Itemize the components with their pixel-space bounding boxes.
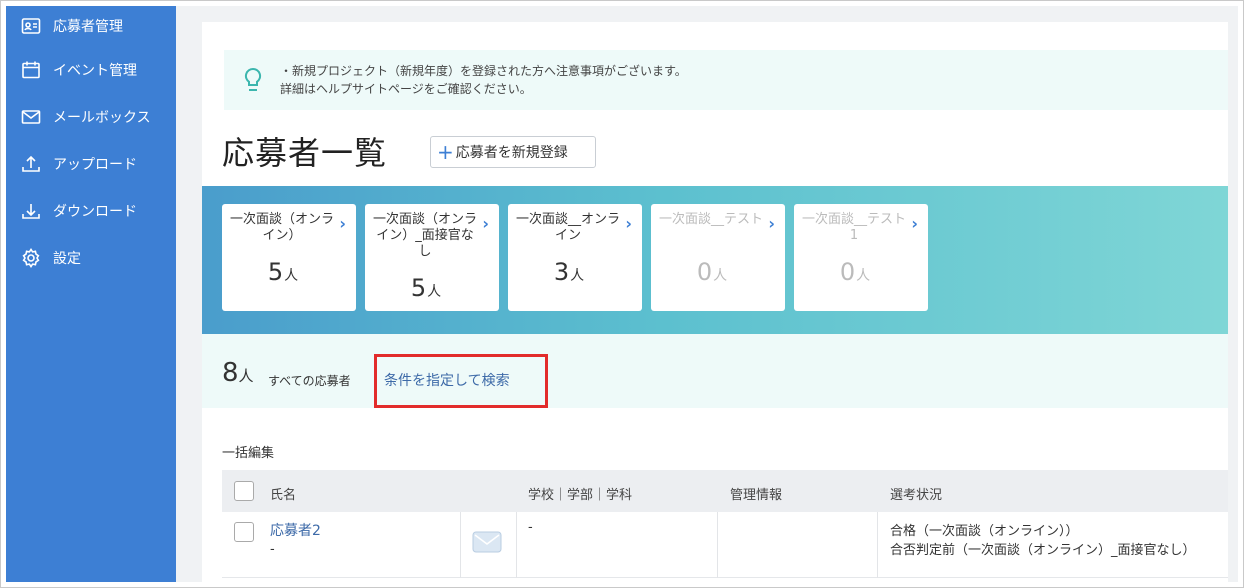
sidebar-item-label: ダウンロード: [53, 203, 137, 220]
sidebar-item-mailbox[interactable]: メールボックス: [6, 93, 176, 140]
stage-card[interactable]: 一次面談（オンライン） › 5人: [222, 204, 356, 311]
calendar-icon: [20, 59, 42, 81]
gear-icon: [20, 247, 42, 269]
col-header-admin: 管理情報: [730, 488, 783, 503]
applicant-name-link[interactable]: 応募者2: [270, 520, 321, 540]
col-header-school: 学校｜学部｜学科: [528, 488, 633, 503]
sidebar-item-download[interactable]: ダウンロード: [6, 187, 176, 234]
stage-card[interactable]: 一次面談__テスト › 0人: [651, 204, 785, 311]
page-title: 応募者一覧: [222, 134, 388, 172]
id-card-icon: [20, 15, 42, 37]
stage-count: 0人: [696, 258, 728, 286]
stage-count: 5人: [410, 274, 442, 302]
download-icon: [20, 200, 42, 222]
table-row: 応募者2 - - 合格（一次面談（オンライン）） 合否判定前（一次面談（オンライ…: [222, 512, 1228, 578]
row-checkbox[interactable]: [234, 522, 254, 542]
notice-text: ・新規プロジェクト（新規年度）を登録された方へ注意事項がございます。 詳細はヘル…: [280, 62, 687, 98]
plus-icon: +: [437, 140, 454, 164]
stage-count: 5人: [267, 258, 299, 286]
summary-bar: 8人 すべての応募者 条件を指定して検索: [202, 334, 1228, 408]
add-applicant-button[interactable]: + 応募者を新規登録: [430, 136, 596, 168]
stage-cards: 一次面談（オンライン） › 5人 一次面談（オンライン）_面接官なし › 5人 …: [202, 186, 1228, 334]
stage-count: 3人: [553, 258, 585, 286]
content-panel: ・新規プロジェクト（新規年度）を登録された方へ注意事項がございます。 詳細はヘル…: [202, 22, 1228, 582]
status-line-2: 合否判定前（一次面談（オンライン）_面接官なし）: [890, 543, 1196, 558]
chevron-right-icon: ›: [625, 214, 632, 233]
mail-icon[interactable]: [472, 530, 502, 554]
stage-card[interactable]: 一次面談__オンライン › 3人: [508, 204, 642, 311]
sidebar-item-label: 応募者管理: [53, 19, 123, 35]
sidebar-item-label: アップロード: [53, 156, 137, 173]
bulk-edit-label[interactable]: 一括編集: [222, 442, 274, 461]
sidebar-item-events[interactable]: イベント管理: [6, 46, 176, 93]
stage-name: 一次面談（オンライン）_面接官なし: [373, 212, 478, 259]
sidebar-item-label: 設定: [53, 250, 81, 267]
status-line-1: 合格（一次面談（オンライン））: [890, 524, 1079, 539]
chevron-right-icon: ›: [339, 214, 346, 233]
sidebar-item-applicants[interactable]: 応募者管理: [6, 6, 176, 46]
sidebar-item-settings[interactable]: 設定: [6, 234, 176, 281]
lightbulb-icon: [242, 66, 264, 96]
applicants-table: 氏名 学校｜学部｜学科 管理情報 選考状況 応募者2 - - 合格（一次面談（オ…: [222, 470, 1228, 578]
stage-name: 一次面談__テスト1: [802, 212, 907, 243]
stage-card[interactable]: 一次面談__テスト1 › 0人: [794, 204, 928, 311]
select-all-checkbox[interactable]: [234, 481, 254, 501]
total-label: すべての応募者: [268, 374, 351, 388]
highlight-box: [374, 354, 548, 408]
stage-card[interactable]: 一次面談（オンライン）_面接官なし › 5人: [365, 204, 499, 311]
sidebar-item-label: メールボックス: [53, 109, 151, 126]
column-divider: [877, 512, 878, 578]
upload-icon: [20, 153, 42, 175]
col-header-name: 氏名: [270, 488, 297, 503]
column-divider: [460, 512, 461, 578]
mail-icon: [20, 106, 42, 128]
chevron-right-icon: ›: [482, 214, 489, 233]
add-applicant-label: 応募者を新規登録: [455, 145, 568, 161]
school-value: -: [528, 520, 533, 535]
chevron-right-icon: ›: [768, 214, 775, 233]
sidebar: 応募者管理 イベント管理 メールボックス アップロード ダウンロード 設定: [6, 6, 176, 582]
sidebar-item-upload[interactable]: アップロード: [6, 140, 176, 187]
column-divider: [516, 512, 517, 578]
chevron-right-icon: ›: [911, 214, 918, 233]
applicant-sub: -: [270, 542, 275, 557]
col-header-status: 選考状況: [890, 488, 943, 503]
stage-name: 一次面談__オンライン: [516, 212, 621, 243]
table-header: 氏名 学校｜学部｜学科 管理情報 選考状況: [222, 470, 1228, 512]
sidebar-item-label: イベント管理: [53, 62, 137, 79]
notice-line-1: ・新規プロジェクト（新規年度）を登録された方へ注意事項がございます。: [280, 64, 687, 78]
notice-banner: ・新規プロジェクト（新規年度）を登録された方へ注意事項がございます。 詳細はヘル…: [224, 50, 1228, 110]
notice-line-2: 詳細はヘルプサイトページをご確認ください。: [280, 82, 532, 96]
column-divider: [717, 512, 718, 578]
stage-count: 0人: [839, 258, 871, 286]
stage-name: 一次面談__テスト: [659, 212, 764, 227]
stage-name: 一次面談（オンライン）: [230, 212, 335, 243]
total-count: 8人: [222, 358, 254, 388]
